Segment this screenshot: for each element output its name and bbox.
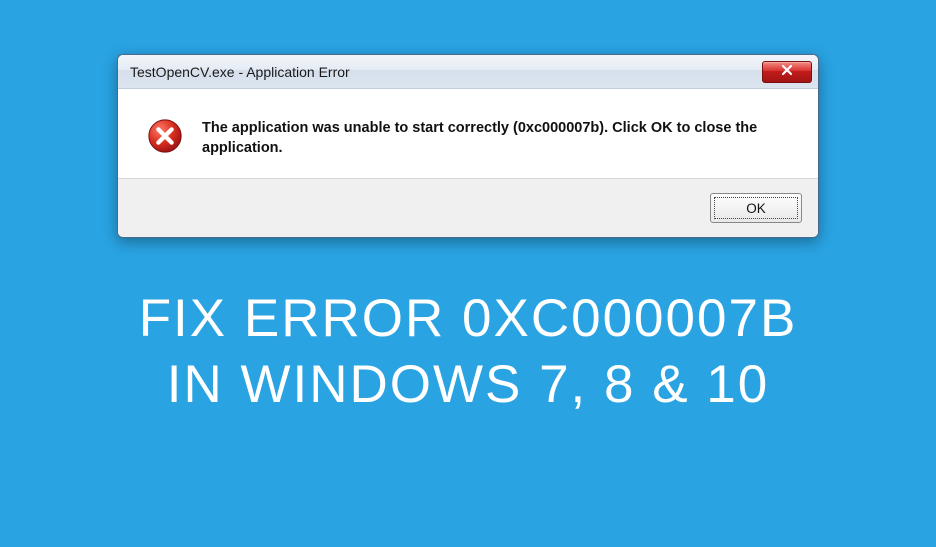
dialog-title: TestOpenCV.exe - Application Error xyxy=(130,64,350,80)
error-dialog: TestOpenCV.exe - Application Error xyxy=(117,54,819,238)
error-icon xyxy=(146,117,184,155)
headline-line-1: FIX ERROR 0XC000007B xyxy=(139,286,798,352)
close-button[interactable] xyxy=(762,61,812,83)
dialog-content: The application was unable to start corr… xyxy=(118,89,818,178)
headline: FIX ERROR 0XC000007B IN WINDOWS 7, 8 & 1… xyxy=(139,286,798,419)
dialog-message: The application was unable to start corr… xyxy=(202,117,790,158)
button-row: OK xyxy=(118,178,818,237)
ok-button[interactable]: OK xyxy=(710,193,802,223)
titlebar: TestOpenCV.exe - Application Error xyxy=(118,55,818,89)
close-icon xyxy=(781,63,793,81)
headline-line-2: IN WINDOWS 7, 8 & 10 xyxy=(139,352,798,418)
